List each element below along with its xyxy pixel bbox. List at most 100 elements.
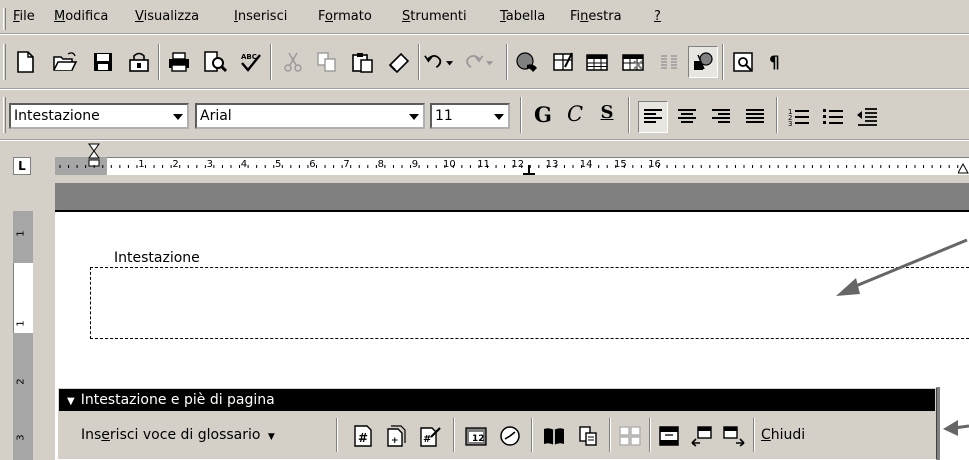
copy-icon[interactable] — [312, 46, 342, 78]
toolbar-grip[interactable] — [3, 44, 6, 80]
format-painter-icon[interactable] — [384, 46, 414, 78]
page-number-icon[interactable]: # — [348, 420, 378, 452]
ruler-ticks — [59, 165, 959, 168]
print-icon[interactable] — [164, 46, 194, 78]
format-page-number-icon[interactable]: # — [415, 420, 445, 452]
font-select[interactable]: Arial — [195, 103, 425, 129]
bullets-icon[interactable] — [818, 101, 848, 133]
svg-text:#: # — [423, 434, 431, 445]
close-button[interactable]: Chiudi — [761, 427, 805, 443]
chevron-down-icon[interactable] — [409, 114, 419, 120]
vertical-ruler-margin — [13, 211, 33, 263]
show-next-icon[interactable] — [719, 420, 749, 452]
redo-icon[interactable] — [464, 46, 494, 78]
numbering-icon[interactable]: 123 — [784, 101, 814, 133]
insert-date-icon[interactable]: 12 — [461, 420, 491, 452]
menu-tabella[interactable]: Tabella — [500, 9, 545, 24]
italic-button[interactable]: C — [560, 102, 590, 126]
toolbar-separator — [336, 418, 338, 452]
menu-finestra[interactable]: Finestra — [570, 9, 622, 24]
paste-icon[interactable] — [348, 46, 378, 78]
svg-text:12: 12 — [472, 434, 485, 444]
show-previous-icon[interactable] — [687, 420, 717, 452]
standard-toolbar: ABC ¶ — [0, 35, 969, 89]
save-icon[interactable] — [88, 46, 118, 78]
toolbar-separator — [628, 97, 630, 133]
insert-time-icon[interactable] — [495, 420, 525, 452]
font-size-select[interactable]: 11 — [430, 103, 510, 129]
toolbar-separator — [649, 418, 651, 452]
menu-formato[interactable]: Formato — [318, 9, 372, 24]
vertical-ruler-margin — [13, 333, 33, 460]
style-select-value: Intestazione — [14, 108, 100, 124]
switch-header-footer-icon[interactable] — [655, 420, 685, 452]
menu-strumenti[interactable]: Strumenti — [402, 9, 467, 24]
toolbar-separator — [418, 44, 420, 80]
menu-inserisci[interactable]: Inserisci — [234, 9, 287, 24]
drawing-icon[interactable] — [688, 46, 718, 78]
svg-text:+: + — [391, 436, 399, 446]
toolbar-grip[interactable] — [3, 97, 6, 133]
undo-icon[interactable] — [424, 46, 454, 78]
show-hide-icon[interactable]: ¶ — [760, 46, 790, 78]
header-footer-toolbar-title[interactable]: ▼ Intestazione e piè di pagina — [59, 389, 935, 411]
header-label: Intestazione — [110, 250, 204, 266]
header-footer-toolbar-row: Inserisci voce di glossario ▼ # + # 12 C… — [59, 412, 935, 458]
page-setup-icon[interactable] — [539, 420, 569, 452]
columns-icon[interactable] — [654, 46, 684, 78]
toolbar-separator — [453, 418, 455, 452]
svg-text:#: # — [358, 431, 368, 445]
open-folder-icon[interactable] — [50, 46, 80, 78]
underline-button[interactable]: S — [592, 102, 622, 123]
spelling-icon[interactable]: ABC — [236, 46, 266, 78]
align-center-icon[interactable] — [672, 101, 702, 133]
toolbar-shadow — [937, 387, 940, 460]
menu-file[interactable]: File — [13, 9, 35, 24]
vruler-number: 2 — [15, 378, 27, 385]
align-left-icon[interactable] — [638, 101, 668, 133]
permission-icon[interactable] — [124, 46, 154, 78]
chevron-down-icon: ▼ — [267, 432, 275, 442]
justify-icon[interactable] — [740, 101, 770, 133]
chevron-down-icon[interactable] — [173, 114, 183, 120]
toolbar-menu-icon[interactable]: ▼ — [67, 396, 75, 407]
hyperlink-icon[interactable] — [512, 46, 542, 78]
menu-help[interactable]: ? — [654, 9, 661, 24]
new-document-icon[interactable] — [10, 46, 40, 78]
show-hide-text-icon[interactable] — [573, 420, 603, 452]
page-edge — [55, 210, 969, 212]
vruler-number: 1 — [15, 320, 27, 327]
font-select-value: Arial — [200, 108, 232, 124]
menu-bar: File Modifica Visualizza Inserisci Forma… — [0, 0, 969, 34]
font-size-value: 11 — [435, 108, 453, 124]
toolbar-separator — [776, 97, 778, 133]
cut-icon[interactable] — [278, 46, 308, 78]
decrease-indent-icon[interactable] — [852, 101, 882, 133]
menu-modifica[interactable]: Modifica — [54, 9, 108, 24]
callout-arrow-icon — [836, 238, 968, 296]
menubar-grip[interactable] — [3, 8, 6, 30]
toolbar-separator — [753, 418, 755, 452]
page-count-icon[interactable]: + — [381, 420, 411, 452]
style-select[interactable]: Intestazione — [9, 103, 189, 129]
vruler-number: 3 — [15, 434, 27, 441]
print-preview-icon[interactable] — [200, 46, 230, 78]
toolbar-separator — [609, 418, 611, 452]
svg-text:3: 3 — [788, 120, 792, 127]
same-as-previous-icon[interactable] — [615, 420, 645, 452]
document-map-icon[interactable] — [728, 46, 758, 78]
toolbar-separator — [270, 44, 272, 80]
tab-selector[interactable]: L — [13, 157, 31, 175]
chevron-down-icon[interactable] — [494, 114, 504, 120]
align-right-icon[interactable] — [706, 101, 736, 133]
insert-autotext-button[interactable]: Inserisci voce di glossario ▼ — [81, 427, 275, 443]
svg-text:ABC: ABC — [241, 53, 257, 61]
menu-visualizza[interactable]: Visualizza — [135, 9, 199, 24]
page-gap — [55, 183, 969, 211]
insert-table-icon[interactable] — [582, 46, 612, 78]
tables-borders-icon[interactable] — [548, 46, 578, 78]
toolbar-separator — [531, 418, 533, 452]
toolbar-separator — [520, 97, 522, 133]
bold-button[interactable]: G — [528, 102, 558, 127]
insert-excel-icon[interactable] — [618, 46, 648, 78]
